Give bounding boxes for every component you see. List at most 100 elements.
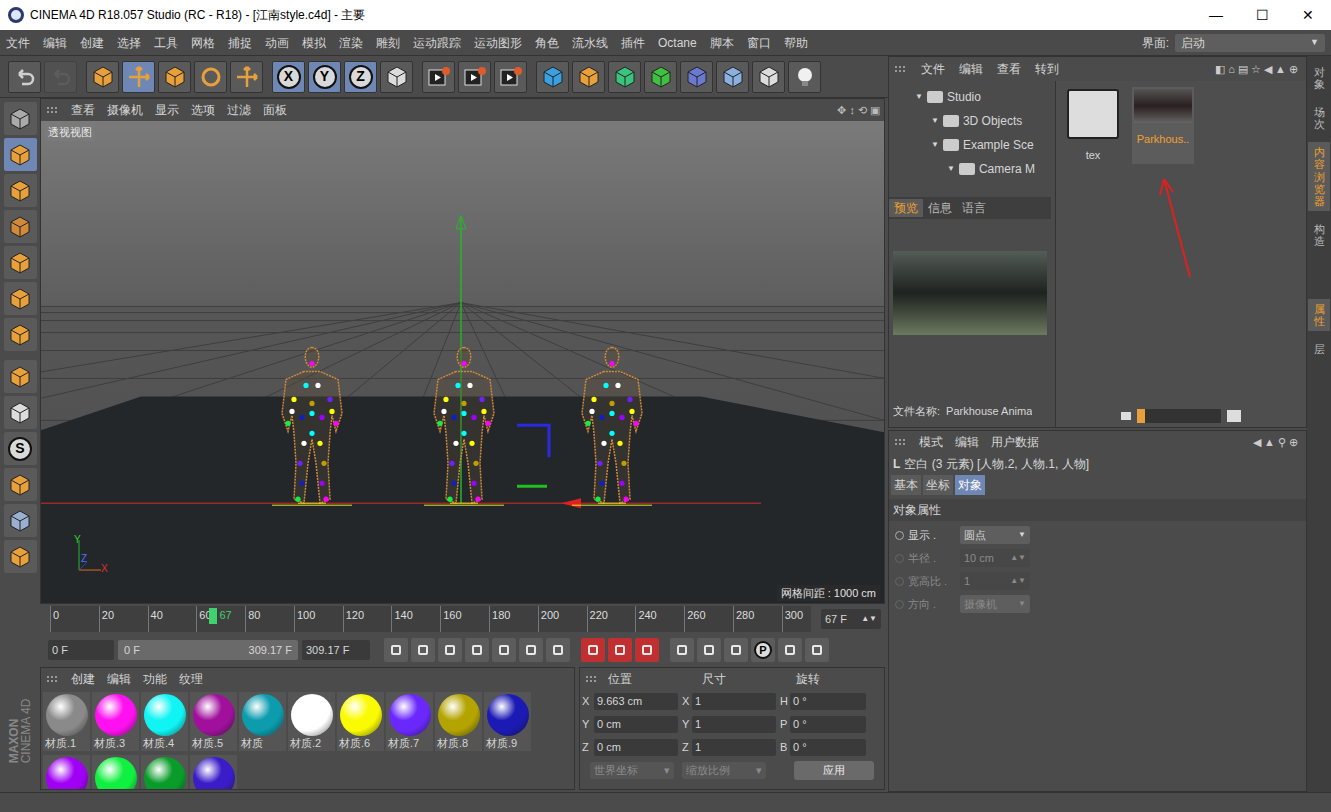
tree-item[interactable]: ▼3D Objects <box>889 109 1051 133</box>
edges-tool[interactable] <box>4 282 37 315</box>
material-menu-item[interactable]: 编辑 <box>107 670 131 688</box>
light-tool[interactable] <box>788 61 821 93</box>
menu-item[interactable]: 角色 <box>535 34 559 52</box>
menu-item[interactable]: 流水线 <box>572 34 608 52</box>
axis-tool[interactable]: Y <box>308 61 341 93</box>
coord-mode-dropdown[interactable]: 世界坐标▾ <box>590 762 674 779</box>
side-tab[interactable]: 构造 <box>1308 219 1330 251</box>
material-swatch[interactable]: 材质.2 <box>288 692 335 751</box>
prev-key-button[interactable] <box>411 638 435 662</box>
attribute-menu-item[interactable]: 编辑 <box>955 433 979 451</box>
polygons-tool[interactable] <box>4 318 37 351</box>
start-field[interactable]: 0 F <box>48 640 114 660</box>
first-button[interactable] <box>384 638 408 662</box>
attribute-tab[interactable]: 基本 <box>891 475 921 495</box>
material-swatch[interactable] <box>141 755 188 789</box>
tweak-tool[interactable] <box>4 396 37 429</box>
small-thumb-icon[interactable] <box>1121 412 1131 420</box>
browser-menu-item[interactable]: 查看 <box>997 60 1021 78</box>
pla-button[interactable] <box>778 638 802 662</box>
material-swatch[interactable]: 材质.1 <box>43 692 90 751</box>
viewport-menu-item[interactable]: 显示 <box>155 101 179 119</box>
autokey-button[interactable] <box>608 638 632 662</box>
drag-handle-icon[interactable] <box>45 674 59 684</box>
play-button[interactable] <box>465 638 489 662</box>
record-button[interactable] <box>581 638 605 662</box>
material-menu-item[interactable]: 功能 <box>143 670 167 688</box>
scale-tool[interactable] <box>158 61 191 93</box>
material-swatch[interactable]: 材质.9 <box>484 692 531 751</box>
material-swatch[interactable] <box>43 755 90 789</box>
rot-button[interactable] <box>724 638 748 662</box>
menu-item[interactable]: 网格 <box>191 34 215 52</box>
attribute-menu-item[interactable]: 用户数据 <box>991 433 1039 451</box>
menu-item[interactable]: 窗口 <box>747 34 771 52</box>
menu-item[interactable]: 渲染 <box>339 34 363 52</box>
browser-menu-item[interactable]: 文件 <box>921 60 945 78</box>
view-nav-icon[interactable]: ✥ ↕ ⟲ ▣ <box>837 102 880 119</box>
tree-item[interactable]: ▼Camera M <box>889 157 1051 181</box>
prev-button[interactable] <box>438 638 462 662</box>
undo-tool[interactable] <box>8 61 41 93</box>
model-tool[interactable] <box>4 138 37 171</box>
material-swatch[interactable]: 材质.3 <box>92 692 139 751</box>
character-figure[interactable] <box>572 348 652 506</box>
redo-tool[interactable] <box>44 61 77 93</box>
points-tool[interactable] <box>4 246 37 279</box>
material-menu-item[interactable]: 纹理 <box>179 670 203 688</box>
drag-handle-icon[interactable] <box>45 105 59 115</box>
menu-item[interactable]: 选择 <box>117 34 141 52</box>
material-menu-item[interactable]: 创建 <box>71 670 95 688</box>
menu-item[interactable]: 创建 <box>80 34 104 52</box>
size-field[interactable]: 1 <box>692 716 776 733</box>
dropdown-input[interactable]: 圆点▼ <box>960 526 1030 544</box>
select-tool[interactable] <box>86 61 119 93</box>
preview-tab[interactable]: 预览 <box>889 199 923 217</box>
position-field[interactable]: 0 cm <box>594 739 678 756</box>
character-figure[interactable] <box>424 348 504 506</box>
timeline-ruler[interactable]: 0204060801001201401601802002202402602803… <box>50 606 811 632</box>
axis-tool[interactable]: Z <box>344 61 377 93</box>
viewport-menu-item[interactable]: 摄像机 <box>107 101 143 119</box>
viewport-canvas[interactable]: 透视视图YZX网格间距 : 1000 cm <box>41 121 884 603</box>
menu-item[interactable]: 雕刻 <box>376 34 400 52</box>
param-button[interactable]: P <box>751 638 775 662</box>
side-tab[interactable]: 层 <box>1308 339 1330 359</box>
mode-tool[interactable] <box>4 102 37 135</box>
window-control[interactable]: ☐ <box>1239 0 1285 30</box>
range-slider[interactable]: 0 F309.17 F <box>118 640 298 660</box>
workplane-tool[interactable] <box>4 210 37 243</box>
deformer-tool[interactable] <box>680 61 713 93</box>
preview-tab[interactable]: 信息 <box>923 199 957 217</box>
magnet-tool[interactable] <box>4 468 37 501</box>
drag-handle-icon[interactable] <box>893 437 907 447</box>
drag-handle-icon[interactable] <box>893 64 907 74</box>
material-swatch[interactable]: 材质.8 <box>435 692 482 751</box>
film-button[interactable] <box>805 638 829 662</box>
rotate-tool[interactable] <box>194 61 227 93</box>
menu-item[interactable]: 帮助 <box>784 34 808 52</box>
browser-menu-item[interactable]: 编辑 <box>959 60 983 78</box>
rotation-field[interactable]: 0 ° <box>790 739 866 756</box>
texture-tool[interactable] <box>4 174 37 207</box>
end-field[interactable]: 309.17 F <box>302 640 370 660</box>
viewport-menu-item[interactable]: 选项 <box>191 101 215 119</box>
viewport-menu-item[interactable]: 面板 <box>263 101 287 119</box>
attribute-tab[interactable]: 坐标 <box>923 475 953 495</box>
layout-dropdown[interactable]: 启动▼ <box>1175 34 1325 52</box>
menu-item[interactable]: 捕捉 <box>228 34 252 52</box>
drag-handle-icon[interactable] <box>584 674 598 684</box>
position-field[interactable]: 9.663 cm <box>594 693 678 710</box>
size-field[interactable]: 1 <box>692 693 776 710</box>
material-swatch[interactable]: 材质.6 <box>337 692 384 751</box>
number-input[interactable]: 10 cm▲▼ <box>960 549 1030 567</box>
menu-item[interactable]: 运动跟踪 <box>413 34 461 52</box>
menu-item[interactable]: 插件 <box>621 34 645 52</box>
window-control[interactable]: — <box>1193 0 1239 30</box>
attribute-menu-item[interactable]: 模式 <box>919 433 943 451</box>
camera-tool[interactable] <box>752 61 785 93</box>
pen-tool[interactable] <box>572 61 605 93</box>
scl-button[interactable] <box>697 638 721 662</box>
window-control[interactable]: ✕ <box>1285 0 1331 30</box>
side-tab[interactable]: 内容浏览器 <box>1308 142 1330 210</box>
